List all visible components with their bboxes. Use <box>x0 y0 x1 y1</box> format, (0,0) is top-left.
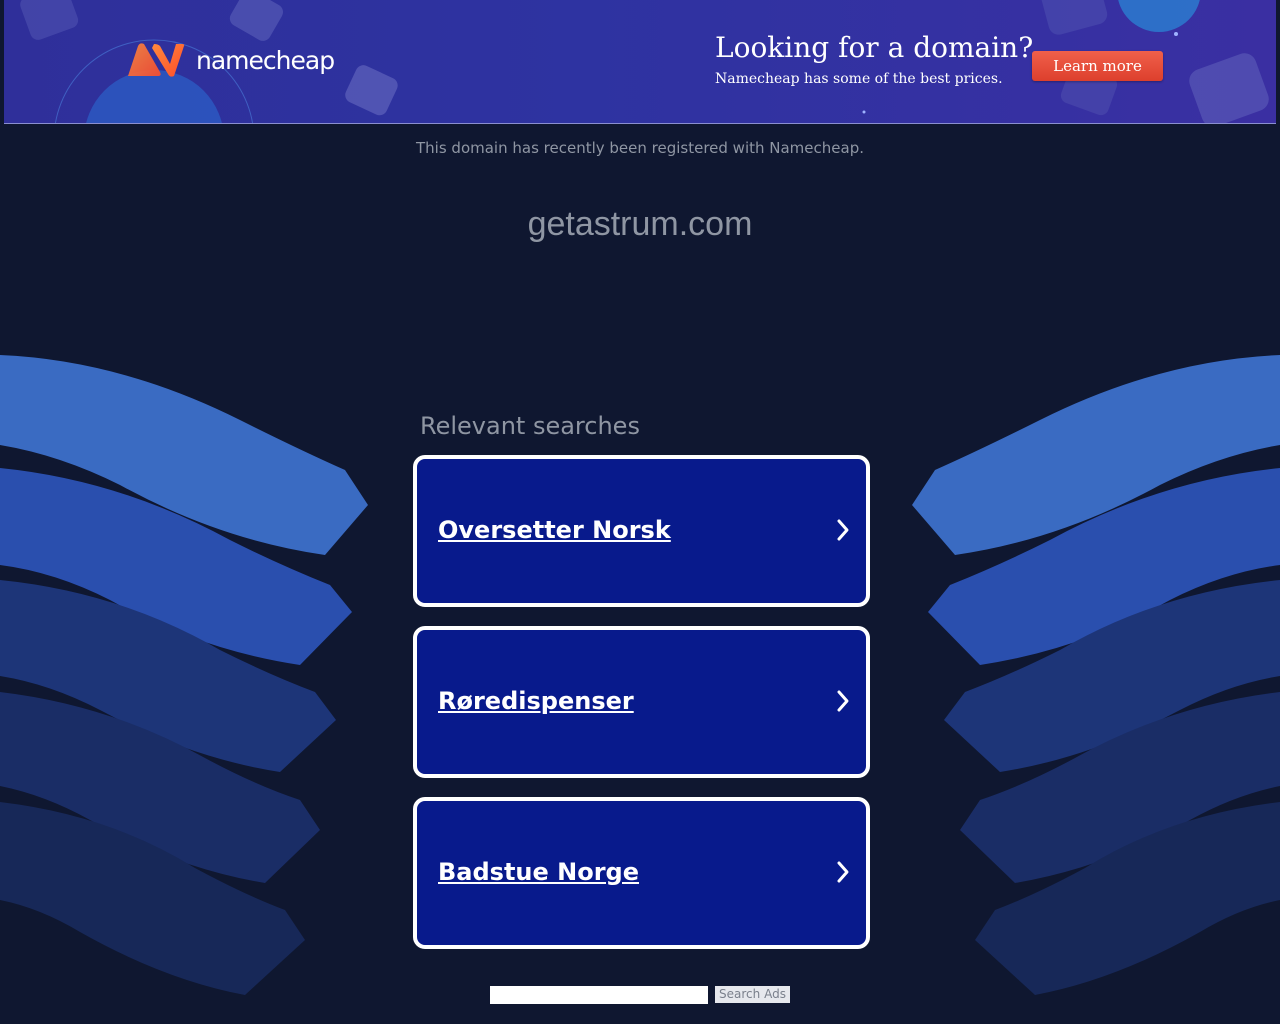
namecheap-logo-icon <box>128 43 185 77</box>
search-link-label[interactable]: Oversetter Norsk <box>438 513 671 547</box>
search-ads-button[interactable]: Search Ads <box>715 986 790 1003</box>
domain-name: getastrum.com <box>527 205 753 243</box>
parked-domain-page: namecheap Looking for a domain? Namechea… <box>0 0 1280 1024</box>
search-link-oversetter-norsk[interactable]: Oversetter Norsk <box>413 455 870 607</box>
namecheap-logo[interactable]: namecheap <box>124 42 335 78</box>
promo-subtitle: Namecheap has some of the best prices. <box>715 71 1003 87</box>
chevron-right-icon <box>837 519 849 541</box>
search-link-label[interactable]: Røredispenser <box>438 684 634 718</box>
chevron-right-icon <box>837 690 849 712</box>
search-link-badstue-norge[interactable]: Badstue Norge <box>413 797 870 949</box>
logo-wordmark: namecheap <box>196 45 335 75</box>
promo-banner[interactable]: namecheap Looking for a domain? Namechea… <box>4 0 1276 124</box>
search-link-label[interactable]: Badstue Norge <box>438 855 639 889</box>
search-link-roredispenser[interactable]: Røredispenser <box>413 626 870 778</box>
promo-title: Looking for a domain? <box>715 31 1034 64</box>
registered-note: This domain has recently been registered… <box>416 139 864 157</box>
learn-more-button[interactable]: Learn more <box>1032 51 1163 81</box>
chevron-right-icon <box>837 861 849 883</box>
relevant-searches-heading: Relevant searches <box>420 412 640 440</box>
search-ads-input[interactable] <box>490 986 708 1004</box>
